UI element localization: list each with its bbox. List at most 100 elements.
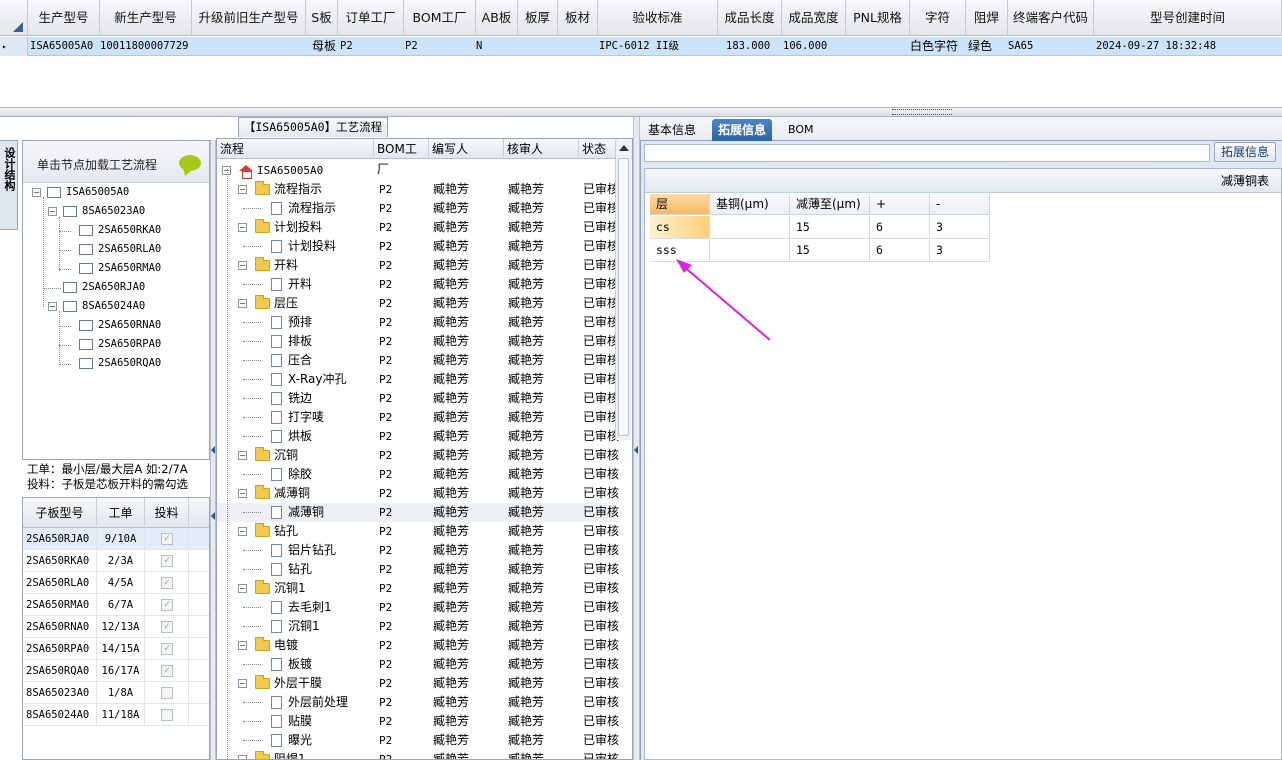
table-cell[interactable]: 6	[870, 216, 930, 239]
tree-collapse-icon[interactable]: −	[238, 641, 247, 650]
tree-node[interactable]: 2SA650RJA0	[63, 280, 145, 294]
process-row[interactable]: 排板 P2 臧艳芳 臧艳芳 已审核	[217, 332, 619, 351]
table-row[interactable]: 2SA650RMA0 6/7A ✓	[23, 594, 209, 616]
process-row[interactable]: 打字唛 P2 臧艳芳 臧艳芳 已审核	[217, 408, 619, 427]
process-row[interactable]: 流程指示 P2 臧艳芳 臧艳芳 已审核	[217, 199, 619, 218]
process-row[interactable]: 沉铜1 P2 臧艳芳 臧艳芳 已审核	[217, 617, 619, 636]
col-header[interactable]: 新生产型号	[100, 0, 192, 36]
process-row[interactable]: − 计划投料 P2 臧艳芳 臧艳芳 已审核	[217, 218, 619, 237]
process-row[interactable]: 预排 P2 臧艳芳 臧艳芳 已审核	[217, 313, 619, 332]
tree-collapse-icon[interactable]: −	[238, 223, 247, 232]
col-header[interactable]: AB板	[476, 0, 518, 36]
process-row[interactable]: 烘板 P2 臧艳芳 臧艳芳 已审核	[217, 427, 619, 446]
process-row[interactable]: − 开料 P2 臧艳芳 臧艳芳 已审核	[217, 256, 619, 275]
col-header[interactable]: 订单工厂	[338, 0, 404, 36]
process-row[interactable]: − 阻焊1 P2 臧艳芳 臧艳芳 已审核	[217, 750, 619, 759]
col-header[interactable]: 核审人	[504, 139, 579, 159]
process-row[interactable]: 去毛刺1 P2 臧艳芳 臧艳芳 已审核	[217, 598, 619, 617]
col-header-thin-to[interactable]: 减薄至(μm)	[790, 194, 870, 215]
feed-checkbox[interactable]: ✓	[161, 665, 173, 677]
col-header[interactable]: 验收标准	[598, 0, 718, 36]
tree-node[interactable]: 2SA650RNA0	[79, 318, 161, 332]
process-row[interactable]: 计划投料 P2 臧艳芳 臧艳芳 已审核	[217, 237, 619, 256]
tab-basic-info[interactable]: 基本信息	[642, 119, 702, 141]
row-selector-icon[interactable]: ▸	[0, 37, 28, 56]
tree-collapse-icon[interactable]: −	[238, 261, 247, 270]
col-header[interactable]: PNL规格	[846, 0, 910, 36]
col-header[interactable]: 升级前旧生产型号	[192, 0, 306, 36]
process-row[interactable]: − 沉铜 P2 臧艳芳 臧艳芳 已审核	[217, 446, 619, 465]
col-header[interactable]: 子板型号	[23, 498, 97, 528]
grid-corner-icon[interactable]	[0, 0, 28, 36]
process-row[interactable]: 减薄铜 P2 臧艳芳 臧艳芳 已审核	[217, 503, 619, 522]
extended-info-button[interactable]: 拓展信息	[1214, 142, 1276, 162]
process-row[interactable]: 贴膜 P2 臧艳芳 臧艳芳 已审核	[217, 712, 619, 731]
process-row[interactable]: 外层前处理 P2 臧艳芳 臧艳芳 已审核	[217, 693, 619, 712]
col-header-base-copper[interactable]: 基铜(μm)	[710, 194, 790, 215]
scroll-up-icon[interactable]	[619, 145, 629, 151]
process-row[interactable]: − 流程指示 P2 臧艳芳 臧艳芳 已审核	[217, 180, 619, 199]
process-row[interactable]: − 外层干膜 P2 臧艳芳 臧艳芳 已审核	[217, 674, 619, 693]
table-cell[interactable]	[710, 216, 790, 239]
table-cell[interactable]: 6	[870, 239, 930, 262]
feed-checkbox[interactable]	[161, 687, 173, 699]
side-tab-design[interactable]: 设计结构	[0, 140, 18, 230]
process-row[interactable]: 压合 P2 臧艳芳 臧艳芳 已审核	[217, 351, 619, 370]
collapse-right-icon[interactable]	[634, 446, 638, 454]
col-header[interactable]: 投料	[145, 498, 189, 528]
col-header[interactable]: 流程	[217, 139, 374, 159]
tree-collapse-icon[interactable]: −	[32, 188, 41, 197]
feed-checkbox[interactable]: ✓	[161, 621, 173, 633]
tree-collapse-icon[interactable]: −	[238, 185, 247, 194]
col-header[interactable]: 字符	[910, 0, 966, 36]
table-row[interactable]: 2SA650RNA0 12/13A ✓	[23, 616, 209, 638]
col-header[interactable]: 状态	[579, 139, 617, 159]
tree-collapse-icon[interactable]: −	[238, 489, 247, 498]
table-cell[interactable]: 15	[790, 216, 870, 239]
table-row[interactable]: 2SA650RJA0 9/10A ✓	[23, 528, 209, 550]
tree-node[interactable]: 2SA650RPA0	[79, 337, 161, 351]
col-header[interactable]: 生产型号	[28, 0, 100, 36]
col-header[interactable]: 板厚	[518, 0, 558, 36]
feed-checkbox[interactable]: ✓	[161, 577, 173, 589]
feed-checkbox[interactable]: ✓	[161, 643, 173, 655]
col-header[interactable]: 阻焊	[966, 0, 1008, 36]
process-row[interactable]: 铝片钻孔 P2 臧艳芳 臧艳芳 已审核	[217, 541, 619, 560]
process-row[interactable]: − 钻孔 P2 臧艳芳 臧艳芳 已审核	[217, 522, 619, 541]
tree-collapse-icon[interactable]: −	[238, 584, 247, 593]
table-row[interactable]: ▸ ISA65005A0 10011800007729 母板 P2 P2 N I…	[0, 37, 1282, 56]
table-cell[interactable]: 3	[930, 239, 990, 262]
process-row[interactable]: − 减薄铜 P2 臧艳芳 臧艳芳 已审核	[217, 484, 619, 503]
collapse-left-icon[interactable]	[211, 446, 215, 454]
process-row[interactable]: − 电镀 P2 臧艳芳 臧艳芳 已审核	[217, 636, 619, 655]
process-scrollbar[interactable]	[615, 140, 631, 440]
tree-collapse-icon[interactable]: −	[48, 207, 57, 216]
process-row[interactable]: 钻孔 P2 臧艳芳 臧艳芳 已审核	[217, 560, 619, 579]
tab-bom[interactable]: BOM	[782, 119, 820, 141]
process-row[interactable]: 曝光 P2 臧艳芳 臧艳芳 已审核	[217, 731, 619, 750]
table-row[interactable]: 8SA65023A0 1/8A	[23, 682, 209, 704]
process-row[interactable]: 板镀 P2 臧艳芳 臧艳芳 已审核	[217, 655, 619, 674]
col-header[interactable]: S板	[306, 0, 338, 36]
speech-bubble-icon[interactable]	[179, 155, 201, 171]
table-row[interactable]: 2SA650RKA0 2/3A ✓	[23, 550, 209, 572]
tree-node[interactable]: ISA65005A0	[47, 185, 129, 199]
horizontal-splitter[interactable]	[0, 107, 1282, 117]
splitter-grip-icon[interactable]	[892, 109, 952, 115]
col-header[interactable]: BOM工厂	[374, 139, 429, 176]
table-row[interactable]: 2SA650RPA0 14/15A ✓	[23, 638, 209, 660]
process-row[interactable]: 除胶 P2 臧艳芳 臧艳芳 已审核	[217, 465, 619, 484]
process-row[interactable]: − 层压 P2 臧艳芳 臧艳芳 已审核	[217, 294, 619, 313]
feed-checkbox[interactable]	[161, 709, 173, 721]
tree-node[interactable]: 2SA650RKA0	[79, 223, 161, 237]
tree-collapse-icon[interactable]: −	[238, 527, 247, 536]
col-header-layer[interactable]: 层	[650, 194, 710, 215]
table-row[interactable]: 2SA650RLA0 4/5A ✓	[23, 572, 209, 594]
feed-checkbox[interactable]: ✓	[161, 555, 173, 567]
col-header[interactable]: 成品宽度	[782, 0, 846, 36]
col-header[interactable]: 型号创建时间	[1094, 0, 1282, 36]
feed-checkbox[interactable]: ✓	[161, 533, 173, 545]
collapse-left-icon[interactable]	[211, 512, 215, 520]
tree-node[interactable]: 2SA650RLA0	[79, 242, 161, 256]
col-header[interactable]: 编写人	[429, 139, 504, 159]
